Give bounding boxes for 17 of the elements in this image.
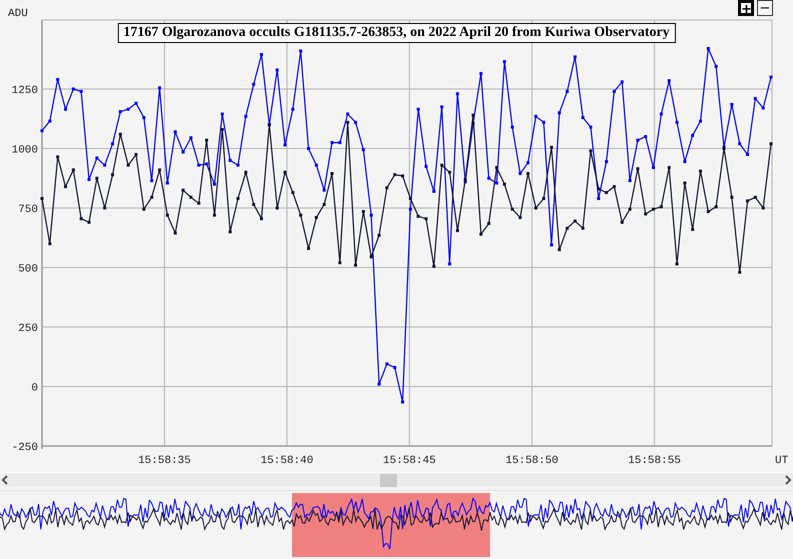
y-axis-label: ADU <box>8 8 28 20</box>
y-tick-label: 1000 <box>12 144 38 157</box>
x-tick-label: 15:58:40 <box>260 455 314 467</box>
x-axis-label: UT <box>775 455 788 467</box>
x-tick-label: 15:58:45 <box>383 455 436 467</box>
y-tick-label: 0 <box>31 382 38 394</box>
x-tick-label: 15:58:55 <box>628 455 681 467</box>
y-tick-label: 500 <box>18 264 38 276</box>
x-tick-label: 15:58:50 <box>506 455 558 467</box>
y-tick-label: 750 <box>18 204 38 216</box>
zoom-out-button[interactable]: − <box>757 0 773 16</box>
y-tick-label: 1250 <box>12 85 38 98</box>
y-tick-label: 250 <box>18 323 38 335</box>
y-tick-label: -250 <box>12 442 38 454</box>
zoom-in-button[interactable]: + <box>738 0 754 16</box>
chart-title: 17167 Olgarozanova occults G181135.7-263853, on 2022 April 20 from Kuriwa Observatory <box>117 23 676 43</box>
x-tick-label: 15:58:35 <box>138 455 191 467</box>
